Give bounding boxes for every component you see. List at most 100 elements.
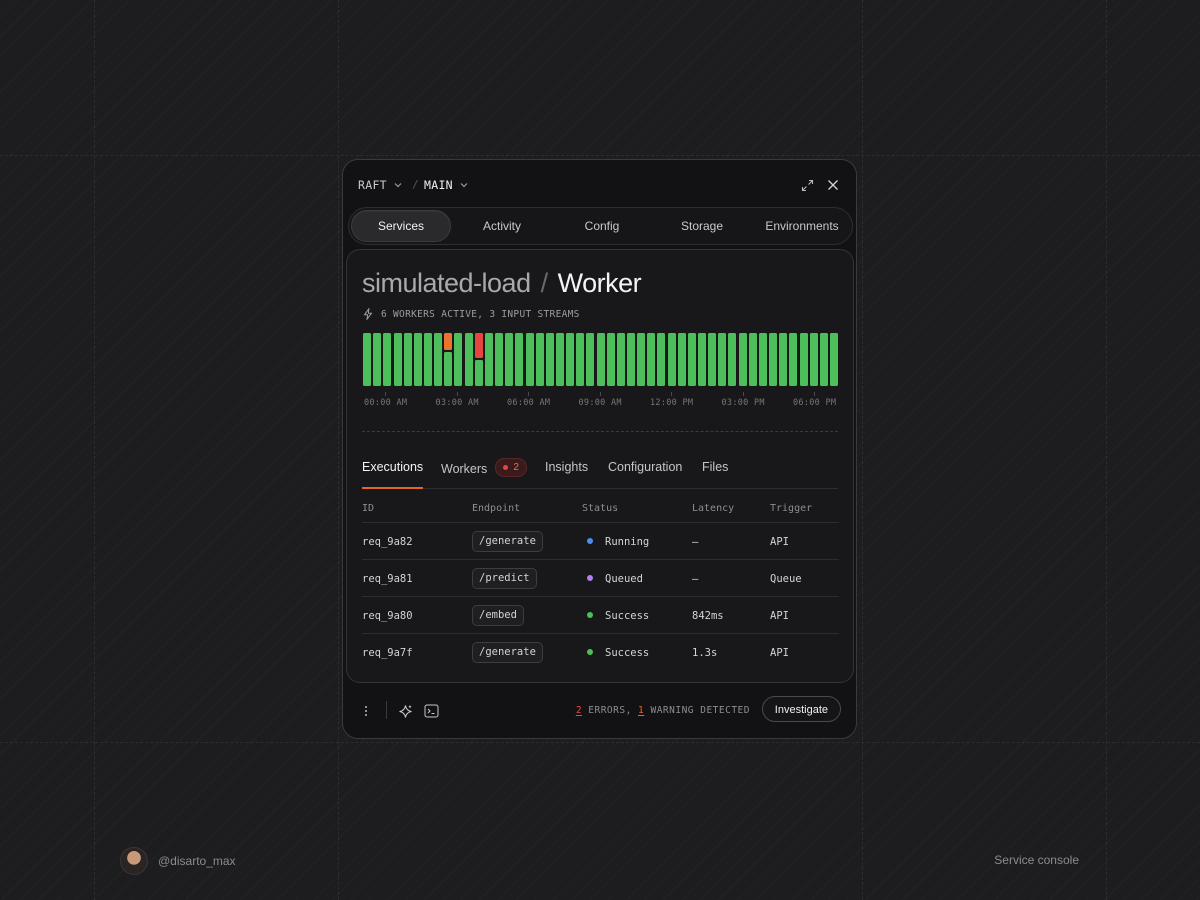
bar-segment-ok [738,333,747,386]
investigate-button[interactable]: Investigate [761,696,841,722]
status-bar-ok[interactable] [484,333,493,386]
status-bar-ok[interactable] [799,333,808,386]
bar-segment-ok [535,333,544,386]
footer-divider [386,701,387,719]
close-button[interactable] [825,177,841,193]
bar-segment-error [474,333,483,358]
status-bar-ok[interactable] [708,333,717,386]
bar-segment-ok [769,333,777,386]
status-bar-warning[interactable] [444,333,453,386]
more-button[interactable] [358,703,374,719]
status-bar-ok[interactable] [748,333,757,386]
status-bar-ok[interactable] [393,333,402,386]
table-row[interactable]: req_9a7f /generate Success 1.3s API [362,634,839,670]
status-bar-ok[interactable] [809,333,818,386]
status-bar-ok[interactable] [586,333,595,386]
row-latency: 842ms [692,610,724,622]
main-tabs: Services Activity Config Storage Environ… [348,207,853,245]
status-bar-ok[interactable] [647,333,656,386]
breadcrumb-project[interactable]: RAFT [358,178,403,192]
time-tick-label: 12:00 PM [650,398,694,408]
status-bar-ok[interactable] [505,333,514,386]
status-bar-ok[interactable] [535,333,544,386]
subtab-insights[interactable]: Insights [545,460,588,474]
tab-config[interactable]: Config [552,210,652,242]
bar-segment-ok [424,333,432,386]
status-bar-ok[interactable] [566,333,575,386]
status-bar-ok[interactable] [515,333,524,386]
status-bar-ok[interactable] [728,333,737,386]
status-bar-ok[interactable] [434,333,443,386]
subtab-configuration[interactable]: Configuration [608,460,682,474]
status-bar-ok[interactable] [363,333,372,386]
status-bar-ok[interactable] [626,333,635,386]
status-bar-ok[interactable] [616,333,625,386]
terminal-button[interactable] [423,703,439,719]
bar-segment-warning [444,333,453,350]
avatar [120,847,148,875]
status-bar-ok[interactable] [698,333,706,386]
column-header-status: Status [582,503,619,514]
service-type: Worker [557,268,642,298]
status-history-chart [362,333,839,387]
tab-storage[interactable]: Storage [652,210,752,242]
status-bar-ok[interactable] [525,333,534,386]
status-bar-ok[interactable] [758,333,767,386]
status-bar-ok[interactable] [403,333,412,386]
table-row[interactable]: req_9a81 /predict Queued — Queue [362,560,839,597]
bar-segment-ok [454,333,463,386]
status-bar-ok[interactable] [718,333,727,386]
status-bar-ok[interactable] [555,333,564,386]
status-dot [587,538,593,544]
status-bar-ok[interactable] [819,333,828,386]
tab-environments[interactable]: Environments [752,210,852,242]
subtab-workers[interactable]: Workers 2 [441,458,527,477]
status-bar-ok[interactable] [789,333,798,386]
time-tick-label: 00:00 AM [364,398,408,408]
error-dot-icon [503,465,509,470]
status-bar-ok[interactable] [738,333,747,386]
status-bar-ok[interactable] [424,333,432,386]
status-bar-ok[interactable] [667,333,676,386]
status-bar-ok[interactable] [545,333,554,386]
status-bar-ok[interactable] [596,333,605,386]
status-bar-ok[interactable] [769,333,777,386]
status-bar-ok[interactable] [383,333,392,386]
status-bar-ok[interactable] [495,333,503,386]
status-bar-ok[interactable] [637,333,646,386]
bar-segment-ok [566,333,575,386]
status-bar-ok[interactable] [576,333,585,386]
status-bar-ok[interactable] [829,333,838,386]
status-bar-ok[interactable] [606,333,615,386]
terminal-icon [424,704,438,718]
status-bar-ok[interactable] [687,333,696,386]
bar-segment-ok [434,333,443,386]
status-bar-ok[interactable] [657,333,666,386]
issues-summary[interactable]: 2 ERRORS, 1 WARNING DETECTED [576,705,750,716]
time-axis: 00:00 AM 03:00 AM 06:00 AM 09:00 AM 12:00 PM… [362,392,842,410]
bar-segment-ok [525,333,534,386]
table-row[interactable]: req_9a82 /generate Running — API [362,523,839,560]
bar-segment-ok [789,333,798,386]
ai-assist-button[interactable] [397,703,413,719]
status-bar-ok[interactable] [779,333,788,386]
subtab-executions[interactable]: Executions [362,460,423,474]
row-id: req_9a7f [362,647,413,659]
time-tick-label: 03:00 PM [721,398,765,408]
sub-tabs: Executions Workers 2 Insights Configurati… [362,458,838,489]
expand-button[interactable] [799,177,815,193]
row-latency: — [692,573,699,585]
column-header-id: ID [362,503,375,514]
status-bar-ok[interactable] [464,333,473,386]
tab-services[interactable]: Services [351,210,451,242]
status-bar-ok[interactable] [677,333,686,386]
breadcrumb-branch[interactable]: MAIN [424,178,469,192]
tab-activity[interactable]: Activity [452,210,552,242]
status-bar-ok[interactable] [454,333,463,386]
status-bar-ok[interactable] [413,333,422,386]
subtab-files[interactable]: Files [702,460,728,474]
status-bar-error[interactable] [474,333,483,386]
table-row[interactable]: req_9a80 /embed Success 842ms API [362,597,839,634]
status-bar-ok[interactable] [373,333,382,386]
bar-segment-ok [515,333,524,386]
